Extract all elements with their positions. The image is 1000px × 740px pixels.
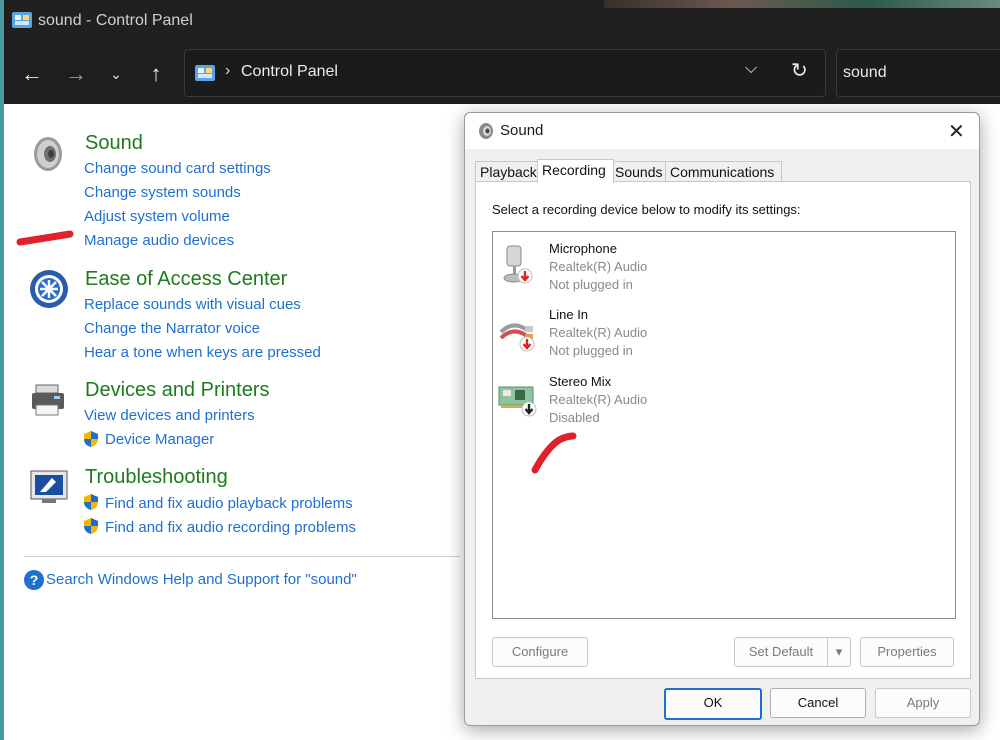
window-titlebar: sound - Control Panel bbox=[4, 0, 1000, 42]
back-arrow-icon[interactable]: ← bbox=[18, 60, 46, 88]
devices-printers-heading[interactable]: Devices and Printers bbox=[85, 379, 270, 402]
uac-shield-icon bbox=[84, 494, 98, 510]
tab-communications[interactable]: Communications bbox=[665, 161, 782, 182]
search-input[interactable]: sound bbox=[836, 49, 1000, 97]
annotation-arrow-mark bbox=[16, 230, 74, 246]
uac-shield-icon bbox=[84, 518, 98, 534]
navigation-bar: ← → ⌄ ↑ › Control Panel ⌵ ↻ sound bbox=[4, 42, 1000, 104]
chevron-down-icon[interactable]: ⌵ bbox=[745, 60, 757, 78]
device-driver: Realtek(R) Audio bbox=[549, 325, 648, 340]
control-panel-window: sound - Control Panel ← → ⌄ ↑ › Control … bbox=[4, 0, 1000, 740]
set-default-button[interactable]: Set Default bbox=[734, 637, 828, 667]
sound-heading[interactable]: Sound bbox=[85, 132, 143, 155]
ease-of-access-icon bbox=[30, 270, 68, 308]
speaker-icon bbox=[34, 137, 62, 171]
link-replace-sounds-visual-cues[interactable]: Replace sounds with visual cues bbox=[84, 296, 301, 313]
link-manage-audio-devices[interactable]: Manage audio devices bbox=[84, 232, 234, 249]
dialog-title: Sound bbox=[500, 122, 544, 139]
cancel-button[interactable]: Cancel bbox=[770, 688, 866, 718]
sound-card-icon bbox=[498, 386, 537, 417]
device-status: Not plugged in bbox=[549, 277, 633, 292]
link-fix-audio-recording[interactable]: Find and fix audio recording problems bbox=[105, 519, 356, 536]
titlebar-background bbox=[604, 0, 1000, 8]
help-icon: ? bbox=[24, 570, 44, 590]
recording-device-list[interactable]: Microphone Realtek(R) Audio Not plugged … bbox=[492, 231, 956, 619]
microphone-icon bbox=[503, 245, 533, 284]
configure-button[interactable]: Configure bbox=[492, 637, 588, 667]
device-name: Line In bbox=[549, 307, 589, 322]
help-search-text[interactable]: Search Windows Help and Support for "sou… bbox=[46, 571, 357, 588]
apply-button[interactable]: Apply bbox=[875, 688, 971, 718]
link-device-manager[interactable]: Device Manager bbox=[105, 431, 214, 448]
device-driver: Realtek(R) Audio bbox=[549, 392, 648, 407]
line-in-cable-icon bbox=[499, 323, 535, 352]
recording-tab-panel: Select a recording device below to modif… bbox=[475, 181, 971, 679]
breadcrumb-separator-icon: › bbox=[225, 62, 231, 79]
control-panel-icon bbox=[195, 65, 215, 81]
device-name: Microphone bbox=[549, 241, 617, 256]
tab-sounds[interactable]: Sounds bbox=[610, 161, 668, 182]
troubleshooting-icon bbox=[30, 470, 68, 503]
address-bar[interactable]: › Control Panel ⌵ ↻ bbox=[184, 49, 826, 97]
link-adjust-system-volume[interactable]: Adjust system volume bbox=[84, 208, 230, 225]
link-fix-audio-playback[interactable]: Find and fix audio playback problems bbox=[105, 495, 353, 512]
up-arrow-icon[interactable]: ↑ bbox=[142, 60, 170, 88]
divider bbox=[24, 556, 460, 557]
device-row-line-in[interactable]: Line In Realtek(R) Audio Not plugged in bbox=[493, 298, 953, 360]
device-driver: Realtek(R) Audio bbox=[549, 259, 648, 274]
close-icon[interactable]: ✕ bbox=[948, 119, 965, 144]
link-change-system-sounds[interactable]: Change system sounds bbox=[84, 184, 241, 201]
troubleshooting-heading[interactable]: Troubleshooting bbox=[85, 466, 228, 489]
ok-button[interactable]: OK bbox=[664, 688, 762, 720]
link-change-sound-card-settings[interactable]: Change sound card settings bbox=[84, 160, 271, 177]
set-default-dropdown-chevron-icon[interactable]: ▾ bbox=[827, 637, 851, 667]
recent-locations-chevron-icon[interactable]: ⌄ bbox=[102, 60, 130, 88]
dialog-titlebar: Sound ✕ bbox=[465, 113, 979, 149]
search-value: sound bbox=[843, 64, 887, 81]
window-title: sound - Control Panel bbox=[38, 12, 193, 29]
uac-shield-icon bbox=[84, 431, 98, 447]
ease-of-access-heading[interactable]: Ease of Access Center bbox=[85, 268, 287, 291]
device-status: Not plugged in bbox=[549, 343, 633, 358]
tab-recording[interactable]: Recording bbox=[537, 159, 614, 183]
device-row-microphone[interactable]: Microphone Realtek(R) Audio Not plugged … bbox=[493, 232, 953, 294]
device-name: Stereo Mix bbox=[549, 374, 612, 389]
device-row-stereo-mix[interactable]: Stereo Mix Realtek(R) Audio Disabled bbox=[493, 365, 953, 427]
recording-prompt: Select a recording device below to modif… bbox=[492, 202, 801, 217]
link-view-devices-printers[interactable]: View devices and printers bbox=[84, 407, 255, 424]
link-change-narrator-voice[interactable]: Change the Narrator voice bbox=[84, 320, 260, 337]
forward-arrow-icon[interactable]: → bbox=[62, 60, 90, 88]
link-hear-tone-keys[interactable]: Hear a tone when keys are pressed bbox=[84, 344, 321, 361]
speaker-icon bbox=[479, 123, 493, 139]
properties-button[interactable]: Properties bbox=[860, 637, 954, 667]
printer-icon bbox=[32, 384, 64, 416]
breadcrumb[interactable]: Control Panel bbox=[241, 63, 338, 81]
sound-dialog: Sound ✕ Playback Recording Sounds Commun… bbox=[464, 112, 980, 726]
refresh-icon[interactable]: ↻ bbox=[791, 58, 808, 83]
tab-playback[interactable]: Playback bbox=[475, 161, 543, 182]
annotation-arrow-mark bbox=[531, 432, 577, 474]
control-panel-icon bbox=[12, 12, 32, 28]
device-status: Disabled bbox=[549, 410, 600, 425]
